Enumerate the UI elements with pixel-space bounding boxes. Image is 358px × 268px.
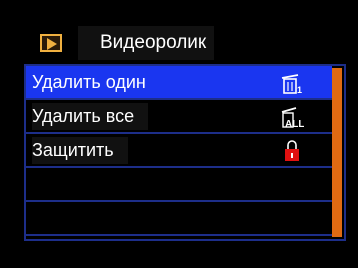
menu-item-protect[interactable]: Защитить: [26, 134, 332, 168]
header: Видеоролик: [40, 26, 215, 60]
menu-item-label: Удалить один: [32, 72, 146, 92]
svg-text:ALL: ALL: [285, 119, 304, 129]
menu-item-empty: [26, 202, 332, 236]
scrollbar[interactable]: [332, 68, 342, 237]
menu-item-label: Удалить все: [32, 103, 149, 130]
svg-text:1: 1: [297, 85, 302, 95]
menu-list: Удалить один 1 Удалить все ALL Защитить: [24, 64, 346, 241]
menu-item-delete-one[interactable]: Удалить один 1: [26, 66, 332, 100]
trash-all-icon: ALL: [281, 107, 304, 129]
menu-item-label: Защитить: [32, 137, 128, 164]
menu-item-delete-all[interactable]: Удалить все ALL: [26, 100, 332, 134]
trash-one-icon: 1: [281, 74, 302, 95]
lock-icon: [285, 140, 299, 161]
video-play-icon: [40, 34, 62, 52]
page-title: Видеоролик: [78, 26, 215, 60]
menu-item-empty: [26, 168, 332, 202]
